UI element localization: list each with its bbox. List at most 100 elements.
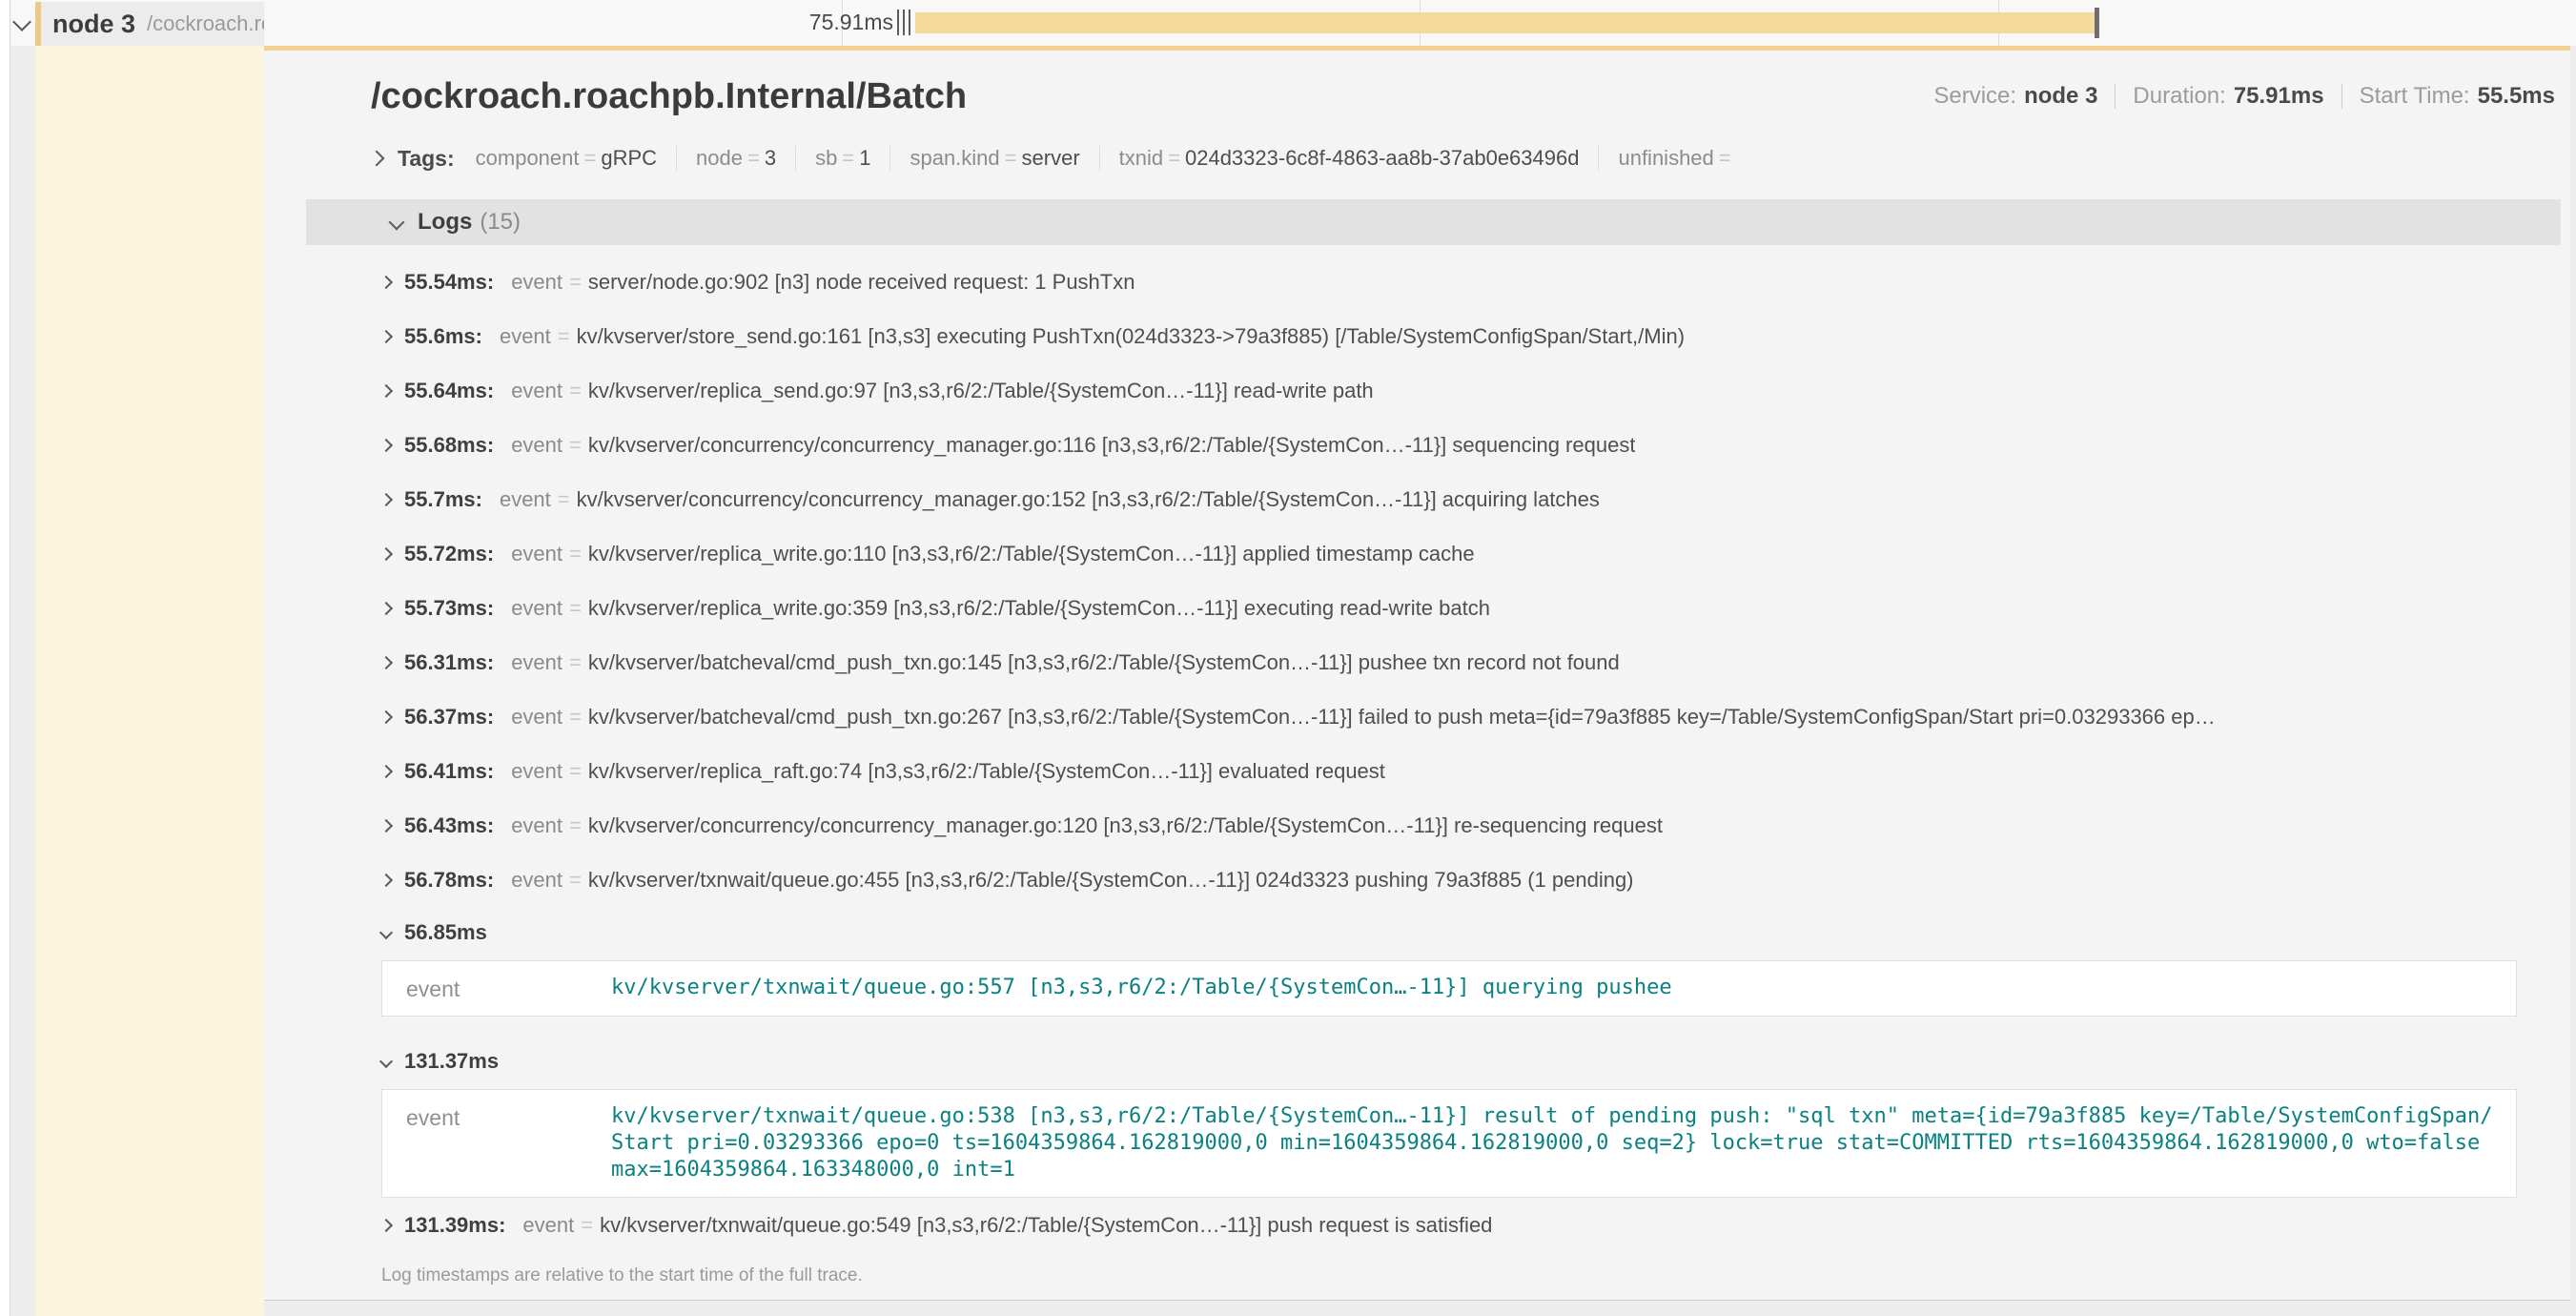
log-detail-card: event kv/kvserver/txnwait/queue.go:538 […: [381, 1089, 2517, 1198]
log-field-key: event: [522, 1213, 574, 1238]
logs-footer-note: Log timestamps are relative to the start…: [306, 1252, 2561, 1300]
log-field-key: event: [500, 487, 551, 512]
log-timestamp: 55.68ms:: [404, 433, 494, 458]
span-row: node 3 /cockroach.roach… 75.91ms: [0, 0, 2576, 46]
log-marker-ticks: [897, 10, 914, 35]
duration-label: Duration:: [2133, 83, 2225, 110]
log-field-value: kv/kvserver/txnwait/queue.go:538 [n3,s3,…: [611, 1103, 2499, 1183]
log-row-expanded: 56.85ms event kv/kvserver/txnwait/queue.…: [306, 911, 2561, 1017]
log-equals: =: [569, 379, 582, 403]
tag-key: component: [476, 146, 580, 171]
span-bar[interactable]: [915, 12, 2097, 33]
chevron-down-icon: [389, 215, 405, 231]
span-name-cell[interactable]: node 3 /cockroach.roach…: [35, 2, 264, 46]
span-overview: Service:node 3 Duration:75.91ms Start Ti…: [1933, 83, 2555, 110]
tag-equals: =: [842, 146, 854, 171]
start-time-value: 55.5ms: [2478, 83, 2555, 110]
log-row[interactable]: 56.37ms: event = kv/kvserver/batcheval/c…: [306, 689, 2561, 744]
log-field-key: event: [511, 433, 562, 458]
chevron-right-icon: [379, 873, 393, 886]
log-field-value: kv/kvserver/replica_raft.go:74 [n3,s3,r6…: [588, 759, 1385, 784]
log-equals: =: [558, 324, 570, 349]
log-equals: =: [569, 270, 582, 295]
log-row[interactable]: 55.73ms: event = kv/kvserver/replica_wri…: [306, 581, 2561, 635]
log-row[interactable]: 55.54ms: event = server/node.go:902 [n3]…: [306, 255, 2561, 309]
log-field-value: kv/kvserver/txnwait/queue.go:557 [n3,s3,…: [611, 975, 1672, 1002]
log-equals: =: [569, 868, 582, 893]
tag-key: unfinished: [1618, 146, 1713, 171]
tag-item: span.kind=server: [889, 146, 1079, 171]
log-timestamp: 55.6ms:: [404, 324, 482, 349]
tag-key: txnid: [1119, 146, 1163, 171]
span-title: /cockroach.roachpb.Internal/Batch: [371, 76, 967, 117]
log-field-value: kv/kvserver/batcheval/cmd_push_txn.go:14…: [588, 650, 1620, 675]
log-row-expanded-header[interactable]: 131.37ms: [306, 1039, 2561, 1083]
log-row[interactable]: 56.43ms: event = kv/kvserver/concurrency…: [306, 798, 2561, 853]
tag-equals: =: [747, 146, 760, 171]
log-field-value: kv/kvserver/txnwait/queue.go:455 [n3,s3,…: [588, 868, 1634, 893]
log-row[interactable]: 55.7ms: event = kv/kvserver/concurrency/…: [306, 472, 2561, 526]
log-field-value: kv/kvserver/store_send.go:161 [n3,s3] ex…: [577, 324, 1685, 349]
chevron-right-icon: [379, 492, 393, 505]
log-field-key: event: [511, 813, 562, 838]
service-value: node 3: [2024, 83, 2097, 110]
log-equals: =: [569, 813, 582, 838]
log-row[interactable]: 55.6ms: event = kv/kvserver/store_send.g…: [306, 309, 2561, 363]
log-timestamp: 56.85ms: [404, 920, 487, 945]
tag-item: sb=1: [795, 146, 870, 171]
chevron-right-icon: [379, 546, 393, 560]
log-list: 55.54ms: event = server/node.go:902 [n3]…: [306, 245, 2561, 1252]
log-row[interactable]: 56.31ms: event = kv/kvserver/batcheval/c…: [306, 635, 2561, 689]
log-row[interactable]: 131.39ms: event = kv/kvserver/txnwait/qu…: [306, 1198, 2561, 1252]
chevron-right-icon: [379, 383, 393, 397]
overview-divider: [2341, 84, 2342, 109]
tag-value: gRPC: [601, 146, 657, 171]
log-field-value: kv/kvserver/concurrency/concurrency_mana…: [588, 433, 1636, 458]
log-field-value: kv/kvserver/replica_write.go:359 [n3,s3,…: [588, 596, 1490, 621]
tag-key: sb: [815, 146, 837, 171]
tag-value: 1: [859, 146, 870, 171]
chevron-right-icon: [379, 438, 393, 451]
tag-equals: =: [1005, 146, 1017, 171]
overview-divider: [2115, 84, 2116, 109]
log-row[interactable]: 55.72ms: event = kv/kvserver/replica_wri…: [306, 526, 2561, 581]
log-field-key: event: [406, 1103, 611, 1183]
tag-list: component=gRPC node=3 sb=1 span.kind=ser…: [476, 146, 1736, 171]
log-field-key: event: [511, 379, 562, 403]
tags-accordion[interactable]: Tags: component=gRPC node=3 sb=1 span.ki…: [264, 138, 2570, 178]
tag-item: unfinished=: [1598, 146, 1735, 171]
chevron-right-icon: [379, 275, 393, 288]
log-timestamp: 56.78ms:: [404, 868, 494, 893]
log-equals: =: [569, 433, 582, 458]
log-row-expanded-header[interactable]: 56.85ms: [306, 911, 2561, 955]
log-timestamp: 55.73ms:: [404, 596, 494, 621]
chevron-down-icon: [379, 1055, 393, 1068]
tag-equals: =: [1168, 146, 1180, 171]
chevron-right-icon: [379, 764, 393, 777]
log-timestamp: 55.54ms:: [404, 270, 494, 295]
logs-accordion-header[interactable]: Logs (15): [306, 199, 2561, 245]
log-equals: =: [569, 596, 582, 621]
tag-item: txnid=024d3323-6c8f-4863-aa8b-37ab0e6349…: [1099, 146, 1580, 171]
log-field-key: event: [511, 542, 562, 566]
tag-key: node: [696, 146, 743, 171]
log-field-key: event: [511, 759, 562, 784]
log-row[interactable]: 56.41ms: event = kv/kvserver/replica_raf…: [306, 744, 2561, 798]
log-equals: =: [569, 759, 582, 784]
log-row[interactable]: 55.68ms: event = kv/kvserver/concurrency…: [306, 418, 2561, 472]
span-service-name: node 3: [52, 10, 135, 39]
log-detail-card: event kv/kvserver/txnwait/queue.go:557 […: [381, 960, 2517, 1017]
span-detail-header: /cockroach.roachpb.Internal/Batch Servic…: [264, 51, 2570, 117]
collapse-children-chevron-icon[interactable]: [12, 12, 31, 31]
service-label: Service:: [1933, 83, 2016, 110]
log-field-value: server/node.go:902 [n3] node received re…: [588, 270, 1135, 295]
log-row[interactable]: 55.64ms: event = kv/kvserver/replica_sen…: [306, 363, 2561, 418]
chevron-right-icon: [369, 151, 385, 167]
log-row[interactable]: 56.78ms: event = kv/kvserver/txnwait/que…: [306, 853, 2561, 907]
tag-value: server: [1022, 146, 1080, 171]
log-equals: =: [581, 1213, 593, 1238]
log-equals: =: [569, 542, 582, 566]
tag-value: 3: [765, 146, 776, 171]
logs-title: Logs: [418, 209, 472, 236]
start-time-label: Start Time:: [2360, 83, 2470, 110]
